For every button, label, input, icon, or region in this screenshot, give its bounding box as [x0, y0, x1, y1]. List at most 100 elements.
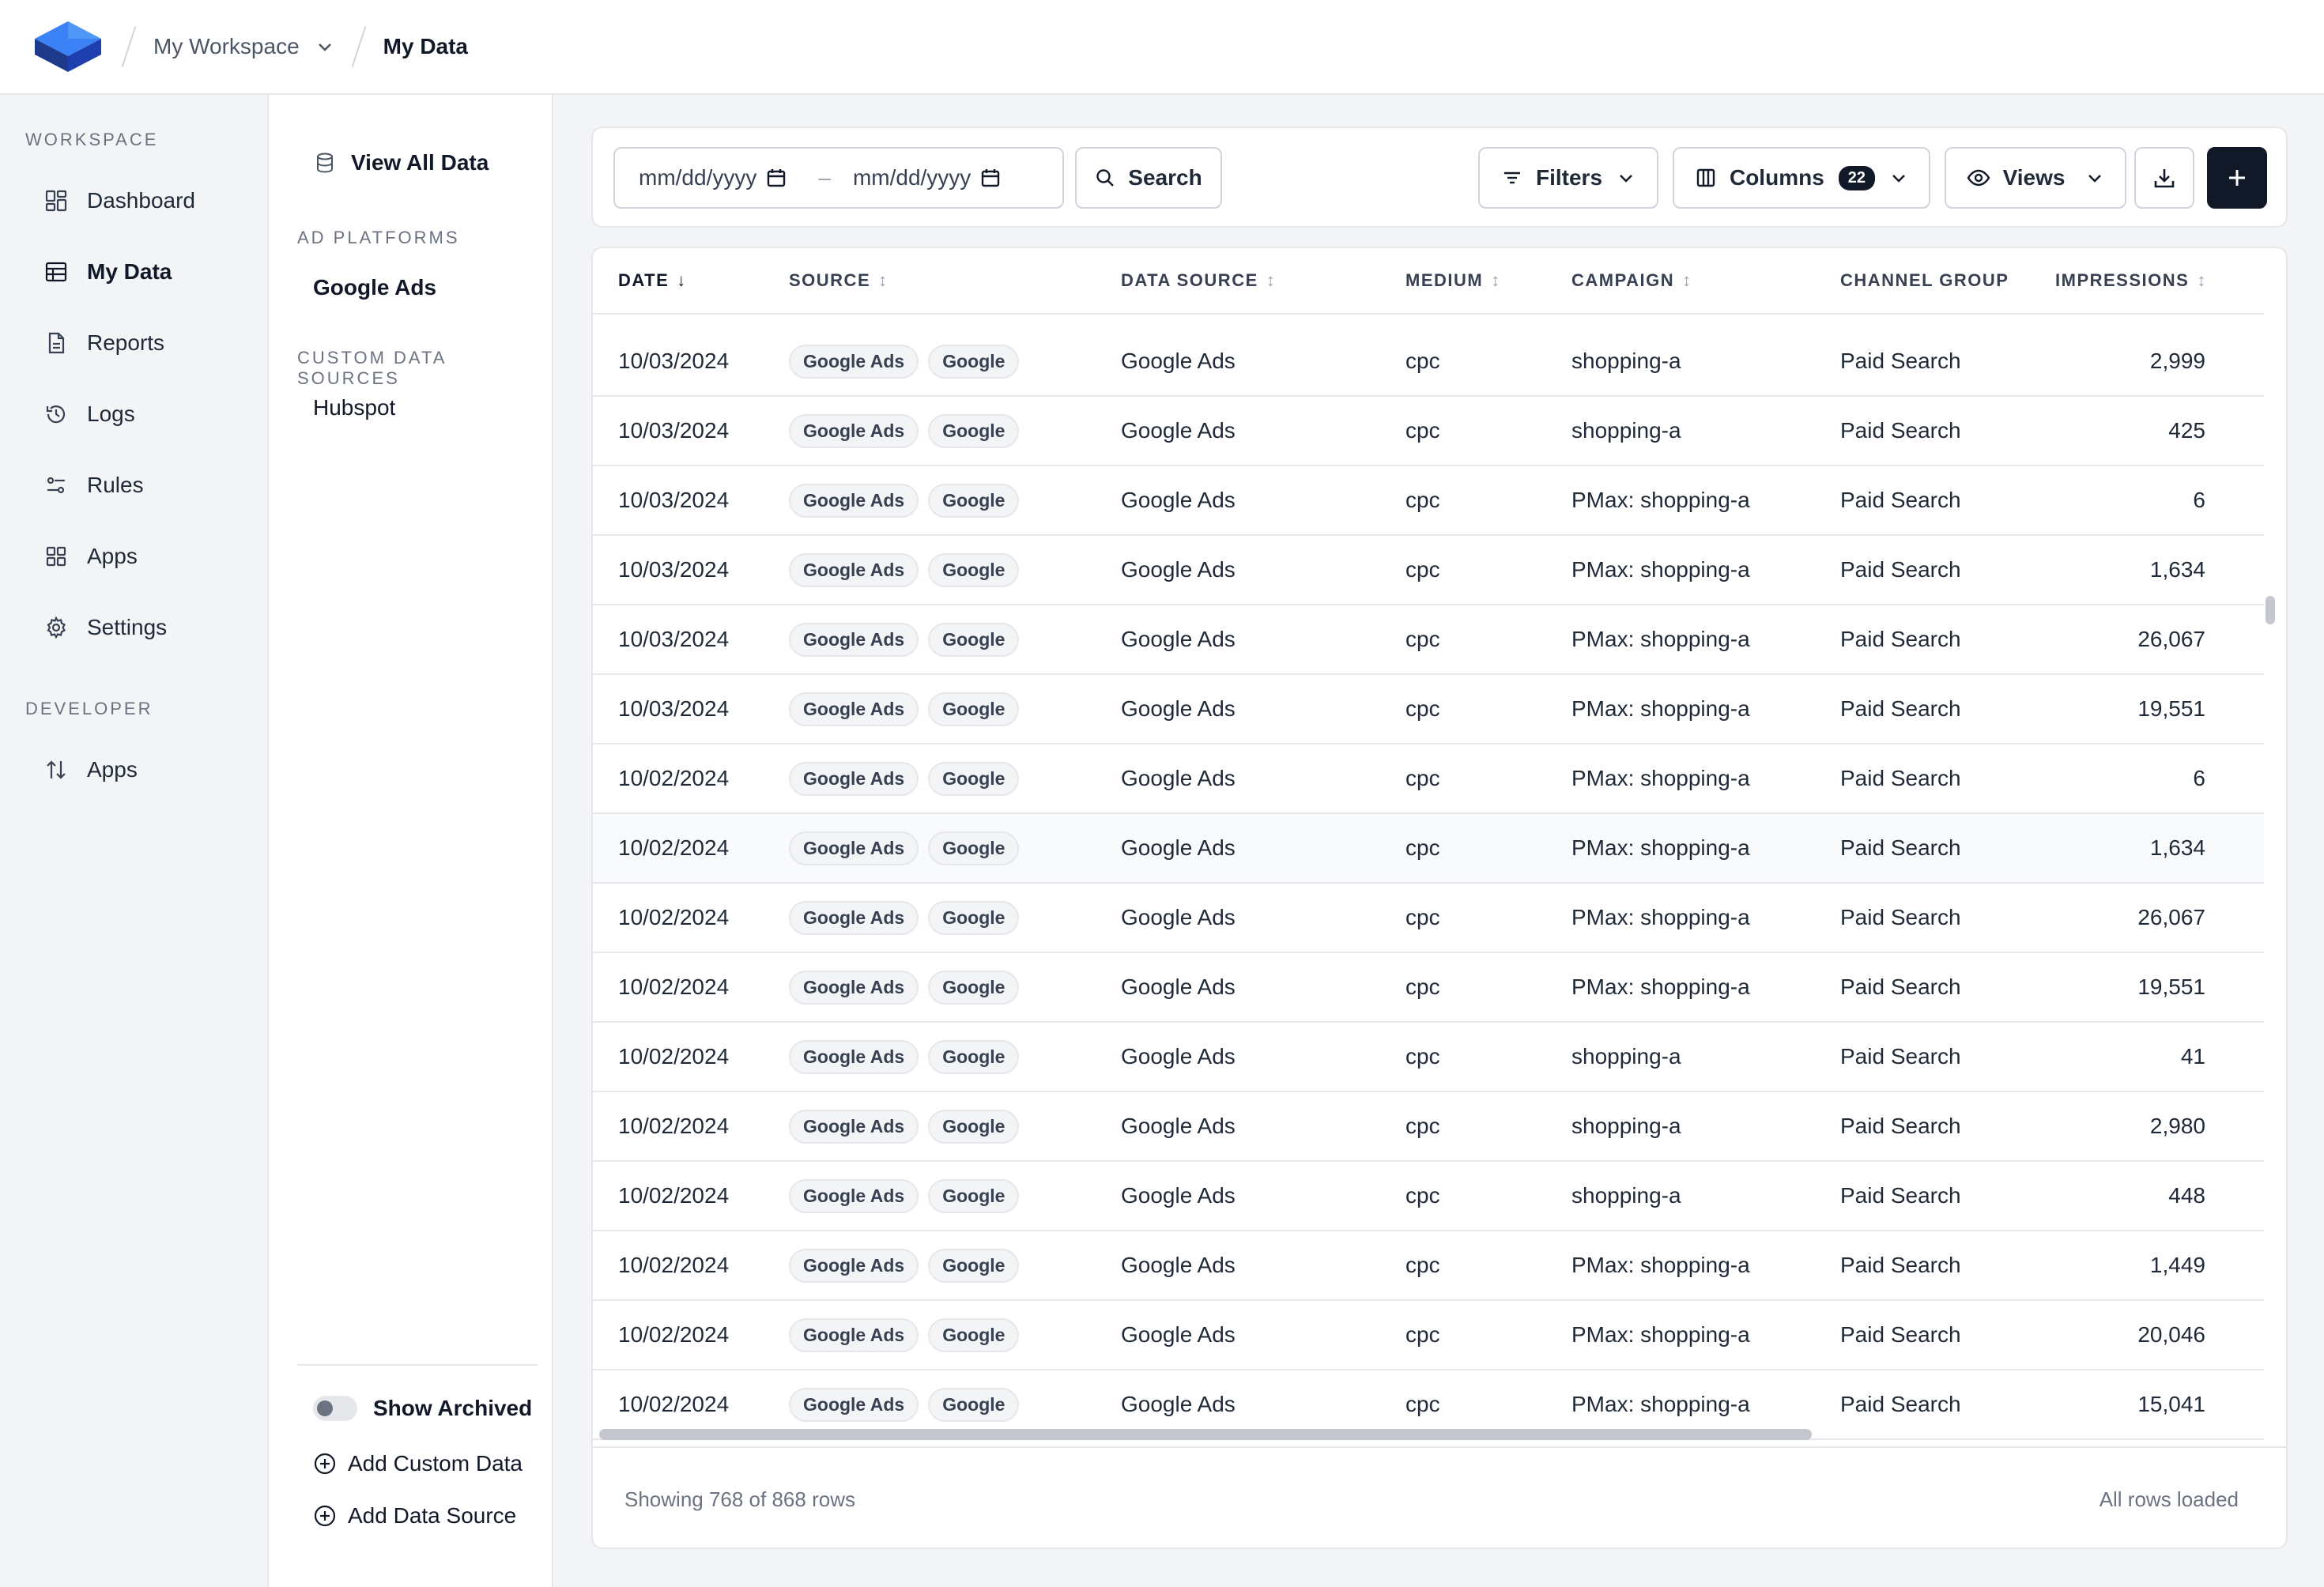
date-separator: –: [818, 165, 831, 190]
table-row[interactable]: 10/03/2024 Google Ads Google Google Ads cpc P…: [593, 536, 2264, 605]
sort-icon: ↕: [878, 270, 888, 290]
cell-date: 10/03/2024: [618, 418, 730, 443]
cell-impressions: 2,999: [2149, 349, 2205, 373]
add-row-button[interactable]: [2207, 147, 2267, 209]
table-row[interactable]: 10/02/2024 Google Ads Google Google Ads cpc s…: [593, 1162, 2264, 1231]
table-row[interactable]: 10/02/2024 Google Ads Google Google Ads cpc P…: [593, 953, 2264, 1023]
source-tag: Google Ads: [789, 900, 919, 935]
column-label: SOURCE: [789, 270, 871, 290]
table-row[interactable]: 10/02/2024 Google Ads Google Google Ads cpc P…: [593, 744, 2264, 814]
cell-medium: cpc: [1405, 418, 1440, 443]
date-range-picker[interactable]: mm/dd/yyyy – mm/dd/yyyy: [613, 147, 1064, 209]
source-hubspot[interactable]: Hubspot: [313, 395, 395, 420]
cell-campaign: PMax: shopping-a: [1571, 627, 1750, 651]
sort-icon: ↕: [1491, 270, 1501, 290]
cell-channel-group: Paid Search: [1840, 1392, 1961, 1416]
sidebar-item-developer-apps[interactable]: Apps: [44, 746, 258, 794]
table-row[interactable]: 10/02/2024 Google Ads Google Google Ads cpc s…: [593, 1092, 2264, 1162]
sidebar-item-label: Apps: [87, 544, 138, 568]
table-row[interactable]: 10/02/2024 Google Ads Google Google Ads cpc s…: [593, 1023, 2264, 1092]
table-row[interactable]: 10/02/2024 Google Ads Google Google Ads cpc P…: [593, 1301, 2264, 1370]
sidebar-item-my-data[interactable]: My Data: [44, 248, 258, 296]
search-icon: [1096, 169, 1115, 187]
add-custom-data-label: Add Custom Data: [348, 1451, 523, 1476]
add-data-source-label: Add Data Source: [348, 1503, 517, 1528]
column-header-source[interactable]: SOURCE ↕: [789, 270, 888, 291]
cell-source: Google Ads Google: [789, 1092, 1028, 1160]
start-date-input[interactable]: mm/dd/yyyy: [639, 165, 787, 190]
filters-label: Filters: [1535, 165, 1603, 190]
add-custom-data-button[interactable]: Add Custom Data: [313, 1451, 523, 1476]
cell-campaign: shopping-a: [1571, 418, 1681, 443]
view-all-data-link[interactable]: View All Data: [313, 150, 489, 175]
table-row[interactable]: 10/03/2024 Google Ads Google Google Ads cpc P…: [593, 675, 2264, 744]
source-tag: Google Ads: [789, 552, 919, 587]
cell-source: Google Ads Google: [789, 536, 1028, 604]
cell-channel-group: Paid Search: [1840, 488, 1961, 512]
end-date-input[interactable]: mm/dd/yyyy: [853, 165, 1001, 190]
page-title: My Data: [383, 34, 469, 58]
source-tag: Google Ads: [789, 1317, 919, 1352]
table-row[interactable]: 10/03/2024 Google Ads Google Google Ads cpc s…: [593, 397, 2264, 466]
cell-impressions: 6: [2193, 766, 2205, 790]
sidebar-item-logs[interactable]: Logs: [44, 390, 258, 438]
chevron-down-icon: [1892, 175, 1905, 183]
source-tag: Google Ads: [789, 970, 919, 1005]
ad-platforms-title: AD PLATFORMS: [297, 228, 460, 247]
sidebar-item-dashboard[interactable]: Dashboard: [44, 177, 258, 224]
cell-date: 10/02/2024: [618, 1183, 730, 1208]
filter-icon: [1503, 172, 1520, 184]
show-archived-toggle[interactable]: Show Archived: [313, 1396, 532, 1421]
toggle-switch[interactable]: [313, 1396, 357, 1421]
cell-campaign: shopping-a: [1571, 1044, 1681, 1069]
source-tag: Google: [928, 761, 1020, 796]
grid-icon: [44, 545, 68, 568]
sidebar-item-apps[interactable]: Apps: [44, 533, 258, 580]
cell-impressions: 1,634: [2149, 835, 2205, 860]
cell-date: 10/02/2024: [618, 1253, 730, 1277]
cell-campaign: PMax: shopping-a: [1571, 1322, 1750, 1347]
column-header-data-source[interactable]: DATA SOURCE ↕: [1121, 270, 1276, 291]
calendar-icon[interactable]: [766, 168, 787, 188]
cell-data-source: Google Ads: [1121, 905, 1236, 929]
breadcrumb-separator: [121, 26, 137, 67]
columns-button[interactable]: Columns 22: [1673, 147, 1930, 209]
column-header-impressions[interactable]: IMPRESSIONS ↕: [2055, 270, 2207, 291]
source-tag: Google: [928, 413, 1020, 448]
search-button[interactable]: Search: [1075, 147, 1222, 209]
table-row[interactable]: 10/02/2024 Google Ads Google Google Ads cpc P…: [593, 1231, 2264, 1301]
source-tag: Google Ads: [789, 413, 919, 448]
source-google-ads[interactable]: Google Ads: [313, 275, 436, 300]
add-data-source-button[interactable]: Add Data Source: [313, 1503, 516, 1529]
table-row[interactable]: 10/02/2024 Google Ads Google Google Ads cpc P…: [593, 814, 2264, 884]
download-button[interactable]: [2134, 147, 2194, 209]
column-header-channel-group[interactable]: CHANNEL GROUP: [1840, 270, 2009, 291]
table-row[interactable]: 10/03/2024 Google Ads Google Google Ads cpc s…: [593, 327, 2264, 397]
horizontal-scrollbar[interactable]: [599, 1429, 1812, 1440]
column-header-medium[interactable]: MEDIUM ↕: [1405, 270, 1501, 291]
cell-source: Google Ads Google: [789, 1301, 1028, 1369]
sidebar-item-rules[interactable]: Rules: [44, 462, 258, 509]
sidebar-item-settings[interactable]: Settings: [44, 604, 258, 651]
source-tag: Google: [928, 900, 1020, 935]
plus-circle-icon: [314, 1453, 336, 1475]
column-header-campaign[interactable]: CAMPAIGN ↕: [1571, 270, 1692, 291]
workspace-switcher[interactable]: My Workspace: [153, 34, 334, 59]
app-logo-icon[interactable]: [32, 15, 104, 78]
views-button[interactable]: Views: [1945, 147, 2126, 209]
source-tag: Google Ads: [789, 622, 919, 657]
table-row[interactable]: 10/03/2024 Google Ads Google Google Ads cpc P…: [593, 466, 2264, 536]
cell-medium: cpc: [1405, 1322, 1440, 1347]
cell-source: Google Ads Google: [789, 675, 1028, 743]
column-header-date[interactable]: DATE ↓: [618, 270, 687, 291]
sidebar-item-reports[interactable]: Reports: [44, 319, 258, 367]
filters-button[interactable]: Filters: [1478, 147, 1658, 209]
cell-impressions: 41: [2180, 1044, 2205, 1069]
table-row[interactable]: 10/02/2024 Google Ads Google Google Ads cpc P…: [593, 884, 2264, 953]
source-tag: Google Ads: [789, 344, 919, 379]
data-table: DATE ↓ SOURCE ↕ DATA SOURCE ↕ MEDIUM ↕ CAMPA…: [591, 247, 2288, 1549]
cell-channel-group: Paid Search: [1840, 418, 1961, 443]
calendar-icon[interactable]: [980, 168, 1001, 188]
table-row[interactable]: 10/03/2024 Google Ads Google Google Ads cpc P…: [593, 605, 2264, 675]
vertical-scrollbar[interactable]: [2266, 596, 2275, 624]
